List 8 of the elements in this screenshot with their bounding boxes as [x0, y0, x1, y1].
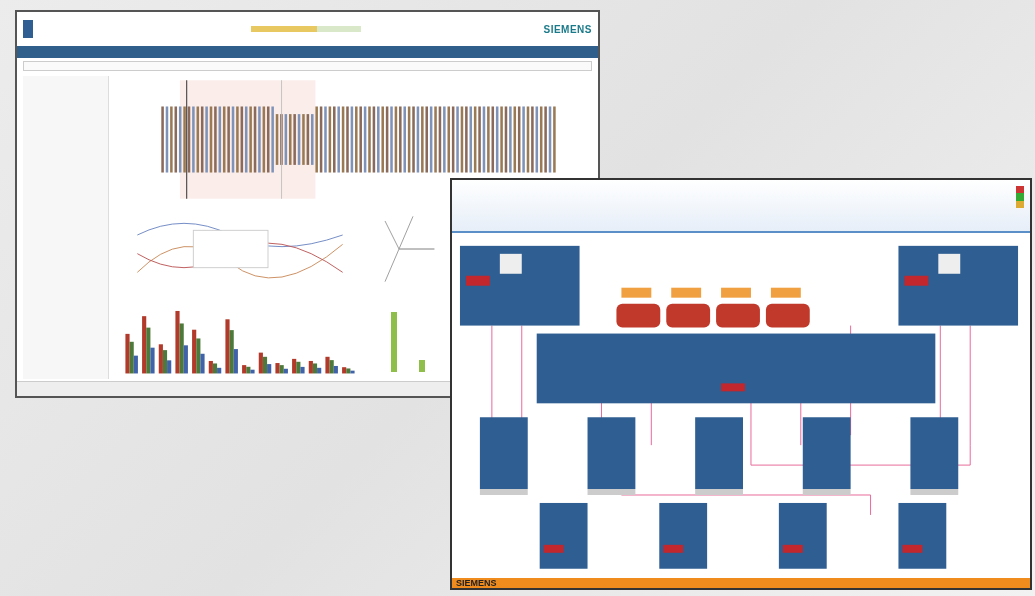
bar	[391, 312, 397, 372]
status-light-icon	[1016, 186, 1024, 208]
brand-logo: SIEMENS	[543, 23, 592, 35]
time-slider[interactable]	[251, 26, 317, 32]
bar	[419, 360, 425, 372]
cursor-line[interactable]	[186, 79, 188, 200]
brand-logo: SIEMENS	[456, 578, 497, 588]
app-logo-icon	[23, 20, 33, 38]
